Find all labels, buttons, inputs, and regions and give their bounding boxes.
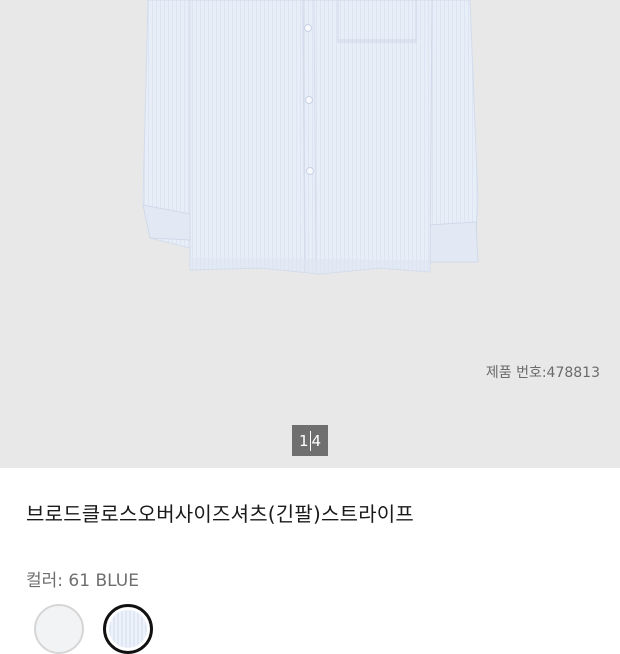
product-number: 제품 번호:478813 <box>485 365 600 381</box>
color-swatch-white[interactable] <box>34 604 84 654</box>
pager-current: 1 <box>298 431 309 450</box>
shirt-image <box>142 0 479 275</box>
color-value: 61 BLUE <box>68 571 139 591</box>
swatch-fabric <box>109 610 147 648</box>
image-pager[interactable]: 1 4 <box>292 425 328 456</box>
color-info: 컬러: 61 BLUE <box>26 566 139 591</box>
pager-separator <box>309 430 311 451</box>
color-label: 컬러: <box>26 571 64 591</box>
product-image-gallery[interactable]: 제품 번호:478813 1 4 <box>0 0 620 468</box>
pager-total: 4 <box>311 431 322 450</box>
color-swatch-blue-selected[interactable] <box>103 604 153 654</box>
product-title: 브로드클로스오버사이즈셔츠(긴팔)스트라이프 <box>26 502 415 526</box>
